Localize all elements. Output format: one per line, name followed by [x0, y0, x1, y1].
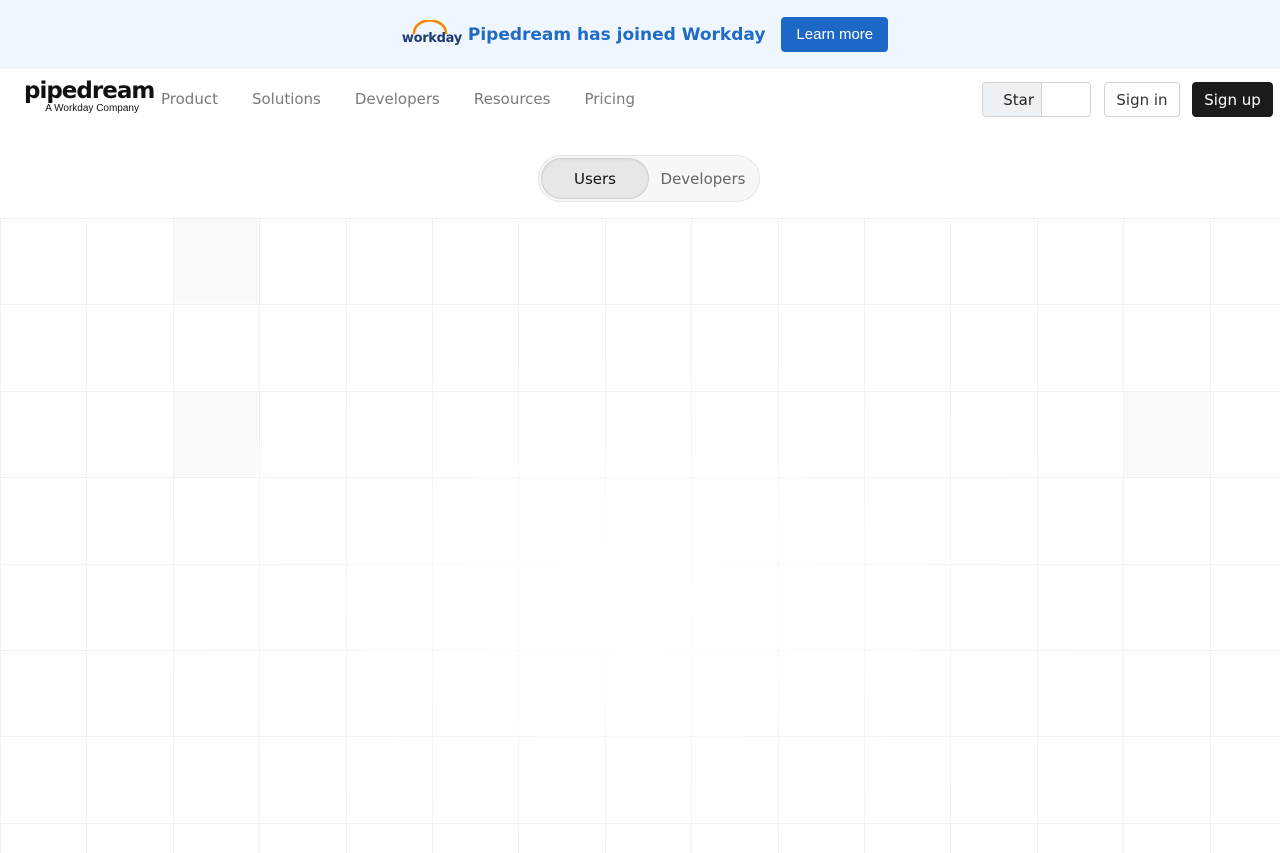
- announcement-banner: workday Pipedream has joined Workday Lea…: [0, 0, 1280, 69]
- github-star-button[interactable]: Star: [983, 83, 1042, 116]
- nav-link-product[interactable]: Product: [161, 90, 218, 108]
- nav-links: Product Solutions Developers Resources P…: [161, 69, 669, 129]
- audience-toggle: Users Developers: [538, 155, 760, 202]
- banner-content: workday Pipedream has joined Workday Lea…: [402, 17, 889, 52]
- banner-message: Pipedream has joined Workday: [467, 24, 766, 45]
- toggle-users[interactable]: Users: [541, 158, 649, 199]
- nav-link-pricing[interactable]: Pricing: [584, 90, 635, 108]
- nav-link-resources[interactable]: Resources: [474, 90, 551, 108]
- nav-link-solutions[interactable]: Solutions: [252, 90, 321, 108]
- background-grid: [0, 218, 1280, 853]
- pipedream-logo[interactable]: pipedream A Workday Company: [24, 78, 155, 114]
- sign-in-button[interactable]: Sign in: [1104, 82, 1180, 117]
- grid-fade-overlay: [0, 218, 1280, 853]
- brand-name: pipedream: [24, 78, 155, 104]
- github-star-widget: Star: [982, 82, 1091, 117]
- top-nav: pipedream A Workday Company Product Solu…: [0, 69, 1280, 129]
- toggle-developers[interactable]: Developers: [649, 158, 757, 199]
- brand-subtitle: A Workday Company: [45, 103, 139, 114]
- grid-pattern: [0, 218, 1280, 853]
- workday-logo-text: workday: [401, 30, 462, 46]
- learn-more-button[interactable]: Learn more: [781, 17, 889, 52]
- workday-logo: workday: [402, 19, 462, 50]
- sign-up-button[interactable]: Sign up: [1192, 82, 1273, 117]
- nav-link-developers[interactable]: Developers: [355, 90, 440, 108]
- github-star-count[interactable]: [1042, 83, 1090, 116]
- star-label: Star: [1003, 90, 1034, 109]
